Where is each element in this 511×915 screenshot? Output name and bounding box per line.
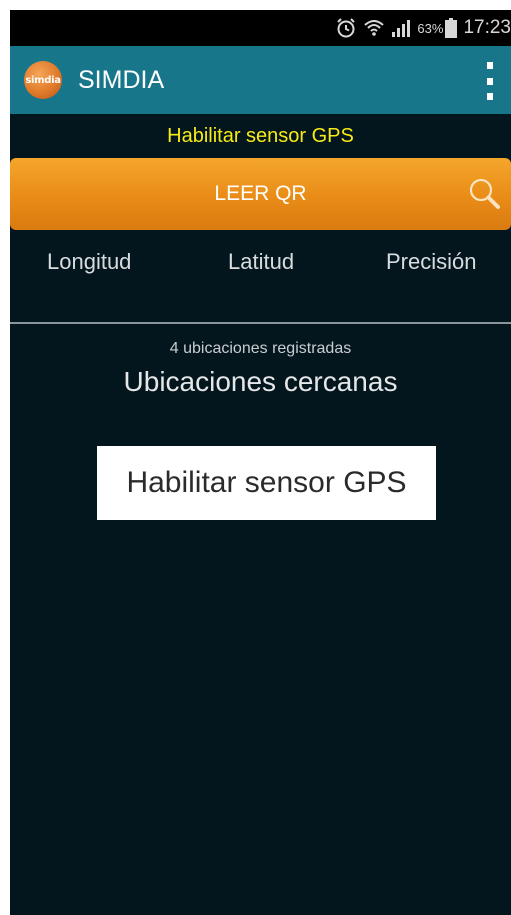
locations-count: 4 ubicaciones registradas (169, 340, 352, 357)
longitude-label: Longitud (47, 249, 132, 274)
latitude-label: Latitud (228, 249, 295, 274)
read-qr-button[interactable]: LEER QR (10, 158, 511, 230)
alarm-icon (335, 17, 357, 39)
battery-icon (445, 18, 458, 38)
app-bar: simdia SIMDIA (10, 46, 511, 114)
app-logo[interactable]: simdia (24, 61, 62, 99)
overflow-menu-icon[interactable] (485, 62, 495, 100)
divider (10, 322, 511, 324)
signal-icon (391, 18, 411, 38)
status-time: 17:23 (463, 17, 511, 38)
search-icon (467, 176, 501, 210)
wifi-icon (363, 17, 385, 39)
enable-gps-button[interactable]: Habilitar sensor GPS (97, 446, 436, 520)
status-bar: 63% 17:23 (10, 10, 511, 46)
phone-screen: 63% 17:23 simdia SIMDIA Habilitar sensor… (10, 10, 511, 915)
coordinates-header: Longitud Latitud Precisión (10, 242, 511, 282)
battery-percent: 63% (417, 20, 444, 36)
read-qr-label: LEER QR (214, 182, 307, 205)
precision-label: Precisión (386, 249, 477, 274)
nearby-locations-title: Ubicaciones cercanas (123, 366, 398, 397)
app-title: SIMDIA (78, 65, 165, 94)
gps-banner[interactable]: Habilitar sensor GPS (10, 114, 511, 158)
